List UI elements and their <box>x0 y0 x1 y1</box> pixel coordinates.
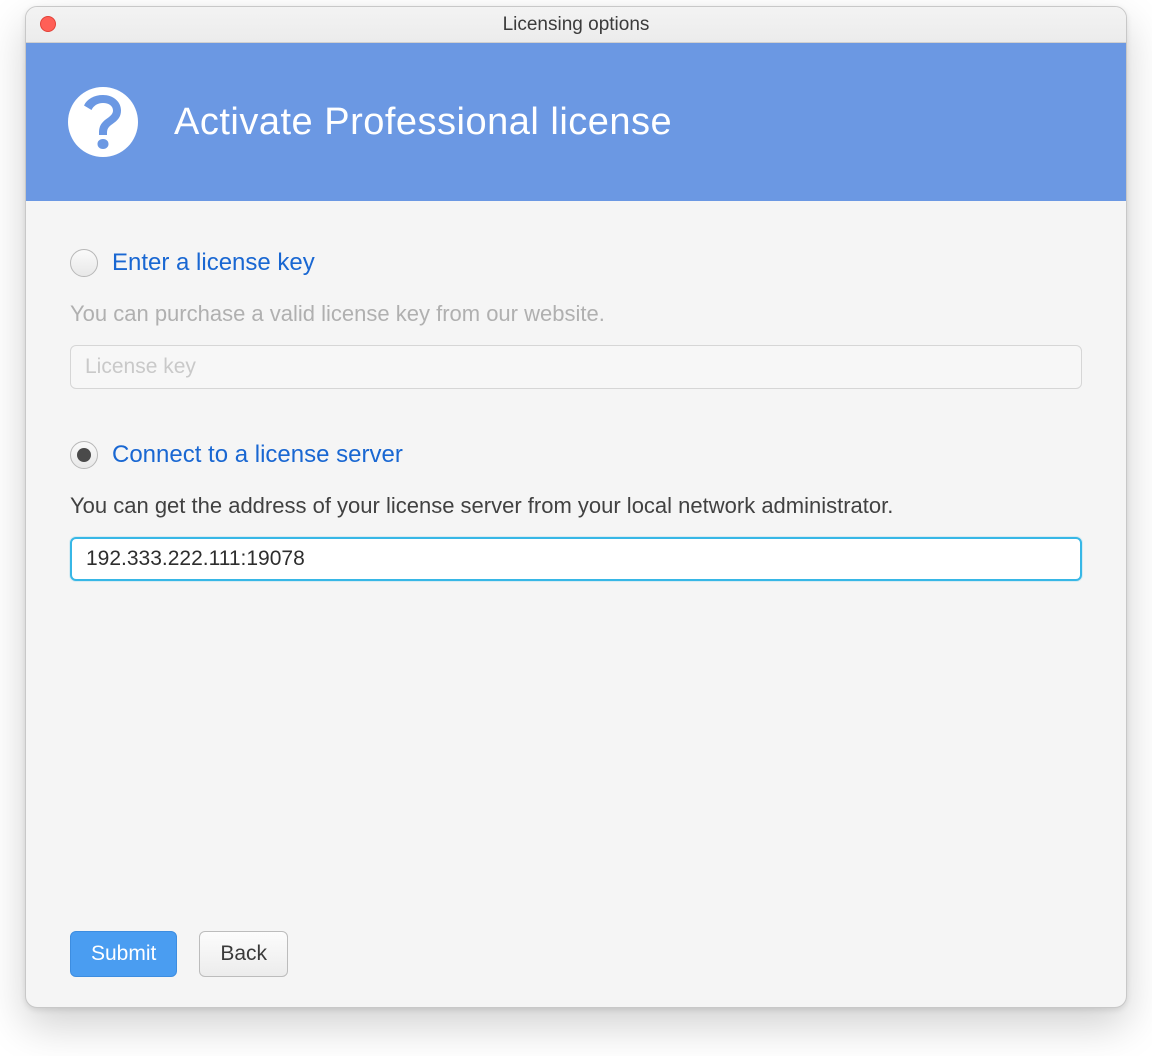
radio-license-server[interactable] <box>70 441 98 469</box>
page-title: Activate Professional license <box>174 101 672 144</box>
close-window-button[interactable] <box>40 16 56 32</box>
content-area: Enter a license key You can purchase a v… <box>26 201 1126 1007</box>
submit-button[interactable]: Submit <box>70 931 177 977</box>
window-controls <box>40 16 56 32</box>
window-title: Licensing options <box>26 14 1126 36</box>
enter-key-description: You can purchase a valid license key fro… <box>70 301 1082 327</box>
option-license-server-label[interactable]: Connect to a license server <box>112 441 403 469</box>
license-server-input[interactable] <box>70 537 1082 581</box>
back-button[interactable]: Back <box>199 931 288 977</box>
help-icon <box>68 87 138 157</box>
footer-buttons: Submit Back <box>70 931 288 977</box>
license-server-description: You can get the address of your license … <box>70 493 1082 519</box>
option-enter-key-label[interactable]: Enter a license key <box>112 249 315 277</box>
license-key-input[interactable] <box>70 345 1082 389</box>
radio-enter-key[interactable] <box>70 249 98 277</box>
header-banner: Activate Professional license <box>26 43 1126 201</box>
option-license-server[interactable]: Connect to a license server <box>70 441 1082 469</box>
titlebar: Licensing options <box>26 7 1126 43</box>
licensing-window: Licensing options Activate Professional … <box>25 6 1127 1008</box>
option-enter-key[interactable]: Enter a license key <box>70 249 1082 277</box>
